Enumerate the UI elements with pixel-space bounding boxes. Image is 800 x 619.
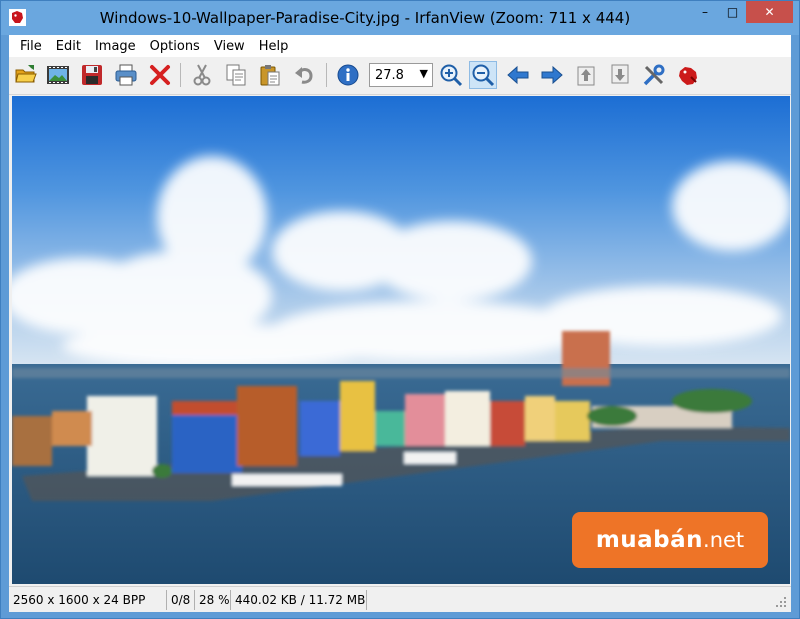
first-page-icon — [577, 66, 595, 86]
chevron-down-icon: ▼ — [419, 67, 428, 80]
close-icon: ✕ — [764, 5, 775, 19]
status-dimensions: 2560 x 1600 x 24 BPP — [9, 589, 167, 610]
next-icon — [541, 65, 563, 85]
minimize-button[interactable]: – — [691, 1, 719, 23]
status-bar: 2560 x 1600 x 24 BPP 0/8 28 % 440.02 KB … — [9, 586, 791, 612]
toolbar-separator — [326, 63, 327, 87]
watermark-main-text: muabán — [595, 527, 704, 553]
maximize-button[interactable]: □ — [719, 1, 746, 23]
print-icon — [115, 64, 137, 86]
watermark-suffix-text: .net — [703, 528, 745, 552]
status-index: 0/8 — [167, 589, 195, 610]
client-area: File Edit Image Options View Help 27.8 ▼… — [9, 35, 791, 612]
about-button[interactable] — [674, 61, 702, 89]
delete-icon — [150, 65, 170, 85]
info-icon — [337, 64, 359, 86]
cut-button[interactable] — [188, 61, 216, 89]
menu-image[interactable]: Image — [88, 39, 143, 54]
copy-button[interactable] — [222, 61, 250, 89]
next-button[interactable] — [538, 61, 566, 89]
delete-button[interactable] — [146, 61, 174, 89]
watermark-logo: muabán .net — [572, 512, 768, 568]
close-button[interactable]: ✕ — [746, 1, 793, 23]
irfanview-window: Windows-10-Wallpaper-Paradise-City.jpg -… — [0, 0, 800, 619]
slideshow-button[interactable] — [44, 61, 72, 89]
zoom-out-icon — [472, 64, 495, 87]
zoom-in-icon — [440, 64, 463, 87]
info-button[interactable] — [334, 61, 362, 89]
paste-icon — [260, 65, 280, 86]
minimize-icon: – — [702, 5, 708, 19]
undo-icon — [295, 67, 313, 84]
previous-icon — [507, 65, 529, 85]
last-page-icon — [611, 64, 629, 84]
first-page-button[interactable] — [572, 61, 600, 89]
save-button[interactable] — [78, 61, 106, 89]
resize-grip-icon[interactable] — [775, 596, 787, 608]
menu-bar: File Edit Image Options View Help — [9, 35, 791, 57]
copy-icon — [226, 64, 246, 86]
zoom-out-button[interactable] — [469, 61, 497, 89]
slideshow-icon — [47, 66, 69, 84]
window-title: Windows-10-Wallpaper-Paradise-City.jpg -… — [99, 9, 631, 27]
status-zoom: 28 % — [195, 589, 231, 610]
save-icon — [82, 65, 102, 85]
toolbar: 27.8 ▼ — [9, 57, 791, 95]
open-icon — [15, 65, 37, 83]
open-button[interactable] — [12, 61, 40, 89]
last-page-button[interactable] — [606, 61, 634, 89]
menu-file[interactable]: File — [13, 39, 49, 54]
maximize-icon: □ — [726, 5, 739, 19]
settings-button[interactable] — [640, 61, 668, 89]
toolbar-separator — [180, 63, 181, 87]
wallpaper-photo — [12, 96, 790, 584]
settings-icon — [643, 64, 665, 86]
irfanview-logo-icon — [679, 67, 697, 85]
cut-icon — [193, 64, 211, 86]
previous-button[interactable] — [504, 61, 532, 89]
print-button[interactable] — [112, 61, 140, 89]
zoom-in-button[interactable] — [437, 61, 465, 89]
zoom-select[interactable]: 27.8 ▼ — [369, 63, 433, 87]
menu-options[interactable]: Options — [143, 39, 207, 54]
image-view[interactable]: muabán .net — [12, 96, 790, 584]
title-bar[interactable]: Windows-10-Wallpaper-Paradise-City.jpg -… — [1, 1, 799, 35]
menu-view[interactable]: View — [207, 39, 252, 54]
status-file-size: 440.02 KB / 11.72 MB — [231, 589, 367, 610]
zoom-value: 27.8 — [375, 67, 404, 83]
paste-button[interactable] — [256, 61, 284, 89]
menu-help[interactable]: Help — [252, 39, 296, 54]
menu-edit[interactable]: Edit — [49, 39, 88, 54]
undo-button[interactable] — [290, 61, 318, 89]
